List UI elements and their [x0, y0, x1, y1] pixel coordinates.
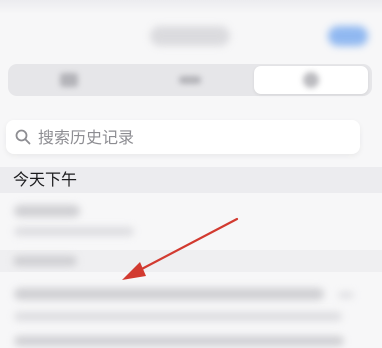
done-button-blurred[interactable]	[328, 26, 368, 46]
history-row-title-blurred	[14, 205, 80, 217]
history-row-url-blurred	[14, 227, 134, 236]
tab-bookmarks[interactable]	[8, 64, 129, 96]
glasses-icon	[178, 76, 201, 84]
history-row-title-blurred	[14, 288, 324, 300]
tab-history[interactable]	[254, 66, 368, 94]
history-row-extra-blurred	[338, 292, 354, 298]
history-row-url-blurred	[14, 312, 342, 321]
navigation-bar	[0, 20, 382, 54]
search-icon	[15, 129, 31, 145]
history-sheet: 今天下午	[0, 0, 382, 348]
search-input[interactable]	[38, 120, 348, 154]
book-icon	[59, 73, 78, 87]
search-bar[interactable]	[6, 120, 360, 154]
section-label-blurred	[13, 256, 77, 266]
section-header-blurred	[0, 250, 382, 272]
section-header-today-afternoon: 今天下午	[0, 167, 382, 193]
sheet-top-edge	[0, 0, 382, 14]
history-row[interactable]	[0, 193, 382, 250]
tab-reading-list[interactable]	[129, 64, 250, 96]
page-title-blurred	[150, 26, 230, 46]
history-row[interactable]	[0, 272, 382, 348]
section-label: 今天下午	[13, 170, 78, 189]
clock-icon	[303, 72, 319, 88]
segmented-control	[8, 64, 372, 96]
history-row-title-blurred	[14, 336, 344, 346]
